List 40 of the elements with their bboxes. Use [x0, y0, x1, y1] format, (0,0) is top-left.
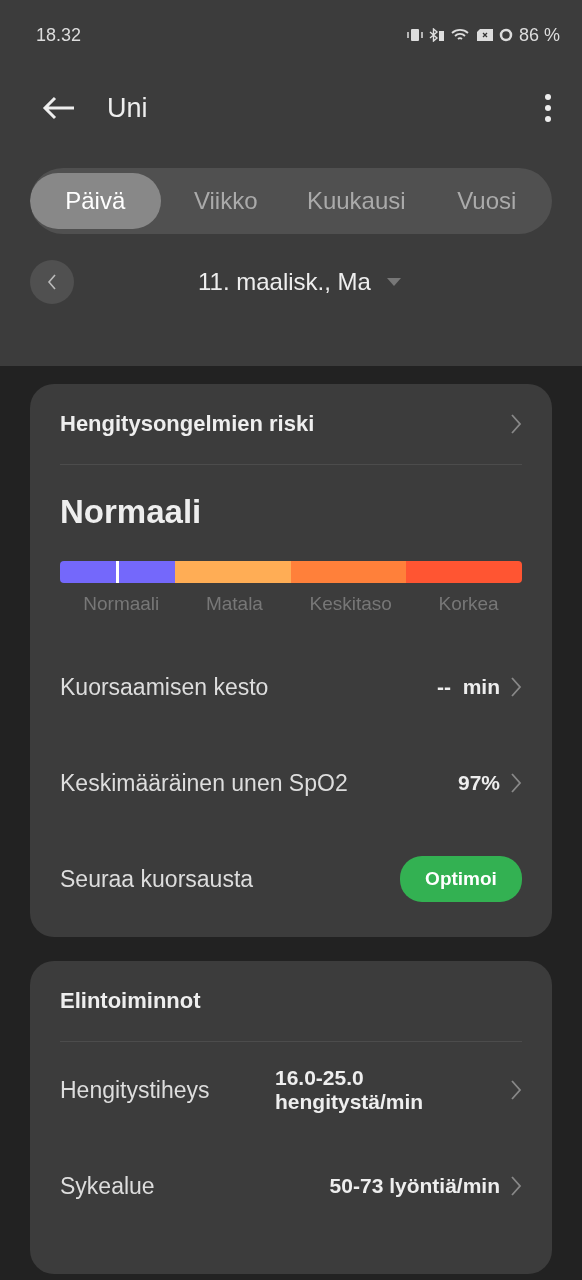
- metric-label: Kuorsaamisen kesto: [60, 673, 270, 701]
- chevron-right-icon[interactable]: [510, 1175, 522, 1197]
- vibrate-icon: [406, 28, 423, 42]
- previous-day-button[interactable]: [30, 260, 74, 304]
- metric-value: -- min: [437, 675, 500, 699]
- metric-label: Seuraa kuorsausta: [60, 865, 255, 893]
- period-tab[interactable]: Vuosi: [421, 173, 552, 229]
- risk-level-label: Keskitaso: [309, 593, 392, 615]
- metric-value: 50-73 lyöntiä/min: [329, 1174, 500, 1198]
- status-time: 18.32: [36, 24, 82, 46]
- metric-value: 97%: [457, 771, 500, 795]
- period-tab[interactable]: Kuukausi: [291, 173, 422, 229]
- metric-value: 16.0-25.0 hengitystä/min: [275, 1066, 425, 1114]
- risk-result: Normaali: [60, 493, 203, 531]
- battery-percent: 86 %: [518, 24, 560, 46]
- battery-ring-icon: [498, 28, 513, 42]
- risk-level-label: Normaali: [83, 593, 160, 615]
- back-arrow-icon[interactable]: [42, 96, 76, 120]
- metric-label: Keskimääräinen unen SpO2: [60, 769, 349, 797]
- card-title: Elintoiminnot: [60, 988, 201, 1014]
- optimize-button[interactable]: Optimoi: [400, 856, 522, 902]
- period-tab[interactable]: Viikko: [160, 173, 291, 229]
- chevron-right-icon[interactable]: [510, 1079, 522, 1101]
- chevron-right-icon[interactable]: [510, 772, 522, 794]
- risk-level-label: Matala: [205, 593, 263, 615]
- page-title: Uni: [107, 92, 149, 124]
- risk-level-label: Korkea: [438, 593, 499, 615]
- sim-icon: [476, 29, 493, 41]
- card-title: Hengitysongelmien riski: [60, 411, 315, 437]
- chevron-right-icon[interactable]: [510, 676, 522, 698]
- metric-label: Sykealue: [60, 1172, 156, 1200]
- metric-label: Hengitystiheys: [60, 1076, 211, 1104]
- bluetooth-icon: [428, 28, 445, 42]
- period-tab[interactable]: Päivä: [30, 173, 161, 229]
- chevron-right-icon[interactable]: [510, 413, 522, 435]
- chevron-left-icon: [47, 274, 57, 290]
- more-icon[interactable]: [544, 93, 552, 123]
- wifi-icon: [450, 28, 471, 42]
- date-label[interactable]: 11. maalisk., Ma: [198, 268, 371, 296]
- dropdown-caret-icon[interactable]: [386, 278, 401, 286]
